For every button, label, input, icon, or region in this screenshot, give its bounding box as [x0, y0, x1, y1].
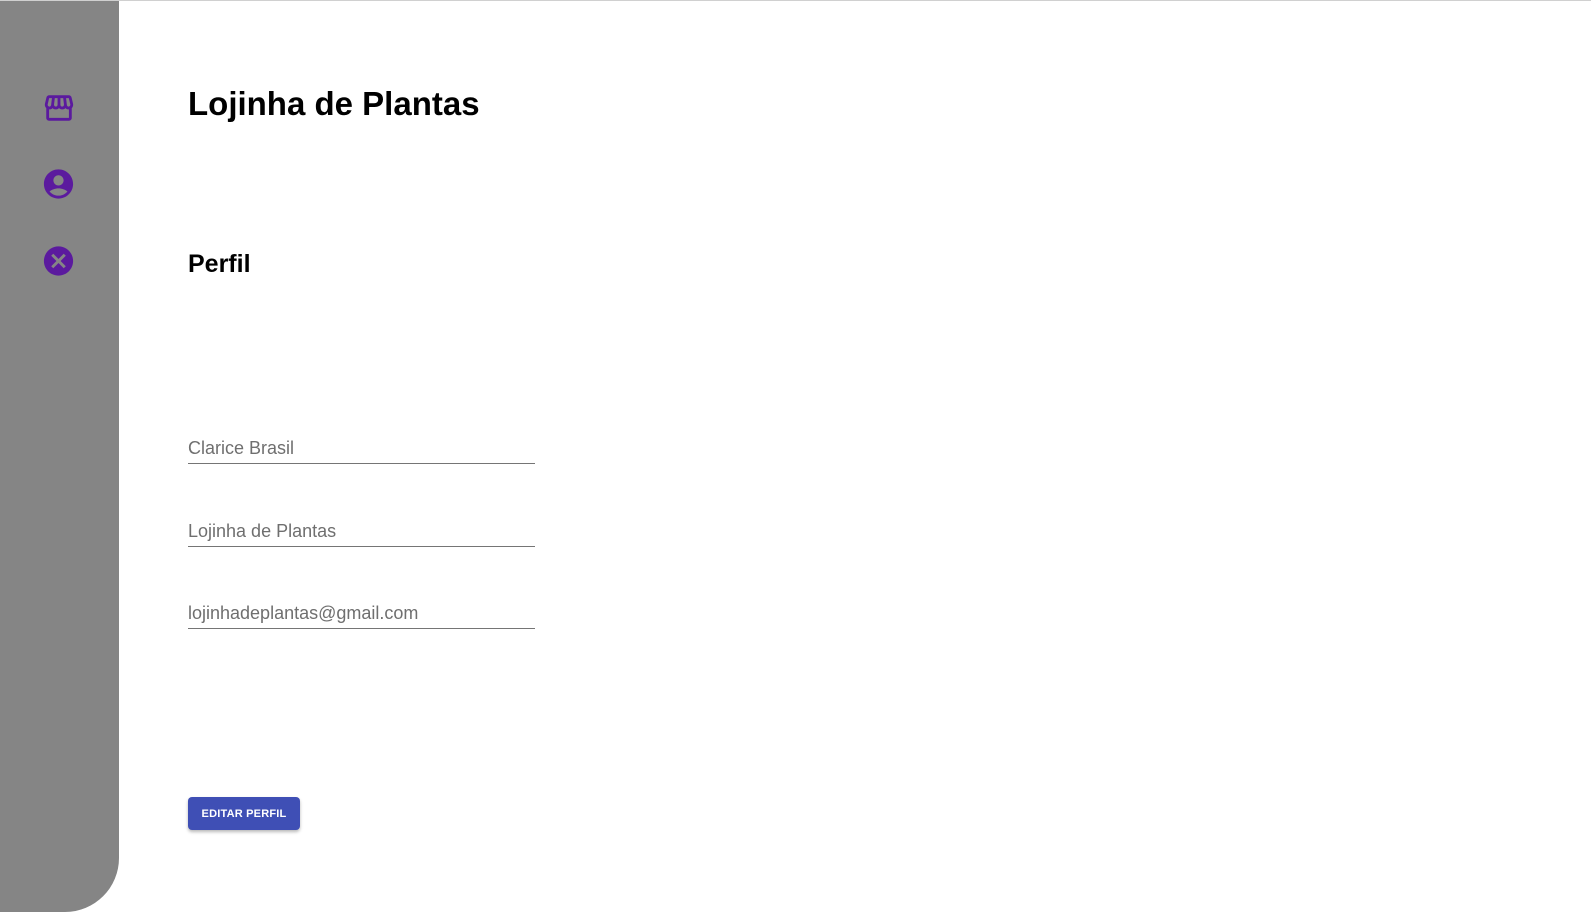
sidebar-item-profile[interactable] — [41, 166, 76, 201]
page: Lojinha de Plantas Perfil EDITAR PERFIL — [0, 0, 1591, 924]
store-name-field[interactable] — [188, 517, 535, 547]
page-title: Lojinha de Plantas — [188, 85, 480, 122]
sidebar-item-store[interactable] — [41, 90, 76, 125]
account-circle-icon — [43, 168, 74, 199]
edit-profile-button[interactable]: EDITAR PERFIL — [188, 797, 300, 830]
sidebar — [0, 1, 119, 912]
email-field[interactable] — [188, 599, 535, 629]
section-title-profile: Perfil — [188, 250, 251, 278]
sidebar-item-logout[interactable] — [41, 243, 76, 278]
name-field[interactable] — [188, 434, 535, 464]
cancel-icon — [43, 245, 74, 276]
store-icon — [44, 94, 73, 121]
